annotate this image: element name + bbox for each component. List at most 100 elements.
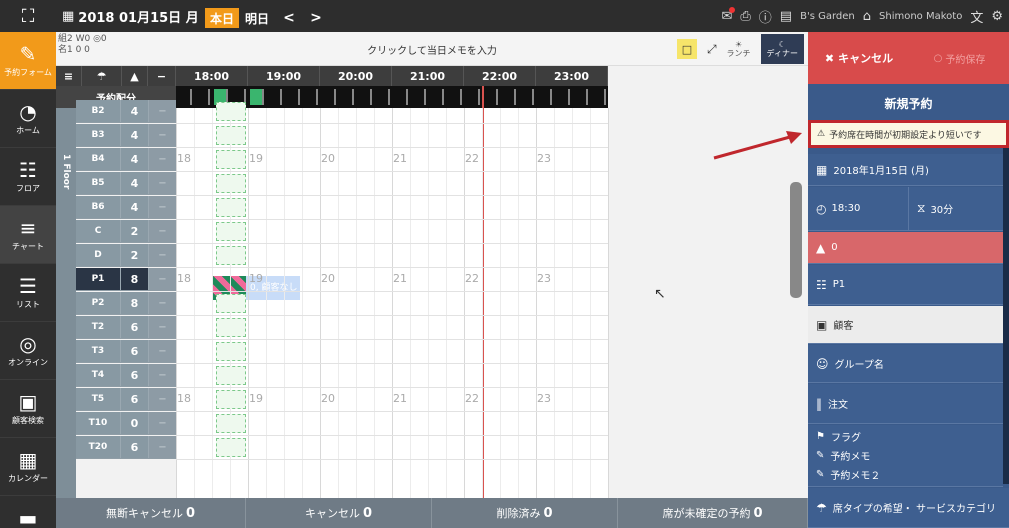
available-slot[interactable] bbox=[216, 414, 246, 433]
sidebar-item-online[interactable]: ◎ オンライン bbox=[0, 322, 56, 380]
allocation-slot[interactable] bbox=[556, 89, 570, 105]
allocation-slot[interactable] bbox=[538, 89, 552, 105]
sidebar-item-list[interactable]: ☰ リスト bbox=[0, 264, 56, 322]
umbrella-icon[interactable]: ☂ bbox=[82, 66, 122, 86]
deleted-count[interactable]: 削除済み 0 bbox=[432, 498, 618, 528]
time-field[interactable]: ◴ 18:30 bbox=[808, 187, 902, 230]
prev-day-button[interactable]: < bbox=[278, 8, 300, 28]
board-icon[interactable]: □ bbox=[676, 39, 697, 59]
guest-count-field[interactable]: ▲ 0 bbox=[808, 232, 1003, 264]
table-row[interactable]: P2 8− bbox=[76, 292, 176, 315]
available-slot[interactable] bbox=[216, 102, 246, 121]
date-field[interactable]: ▦ 2018年1月15日 (月) bbox=[808, 154, 1003, 186]
app-logo-icon[interactable]: ⛶ bbox=[0, 0, 56, 32]
table-row[interactable]: D 2− bbox=[76, 244, 176, 267]
table-row[interactable]: B5 4− bbox=[76, 172, 176, 195]
available-slot[interactable] bbox=[216, 366, 246, 385]
available-slot[interactable] bbox=[216, 246, 246, 265]
flag-field[interactable]: ⚑ フラグ bbox=[816, 429, 861, 444]
memo-field[interactable]: ✎ 予約メモ bbox=[816, 448, 870, 463]
available-slot[interactable] bbox=[216, 294, 246, 313]
today-button[interactable]: 本日 bbox=[205, 8, 239, 28]
available-slot[interactable] bbox=[216, 174, 246, 193]
allocation-slot[interactable] bbox=[394, 89, 408, 105]
expand-icon[interactable]: ⤢ bbox=[707, 42, 717, 57]
allocation-slot[interactable] bbox=[448, 89, 462, 105]
memo2-field[interactable]: ✎ 予約メモ２ bbox=[816, 467, 880, 482]
language-icon[interactable]: 文 bbox=[970, 7, 983, 26]
sidebar-item-customer-search[interactable]: ▣ 顧客検索 bbox=[0, 380, 56, 438]
sidebar-item-chart[interactable]: ≡ チャート bbox=[0, 206, 56, 264]
table-row[interactable]: T2 6− bbox=[76, 316, 176, 339]
available-slot[interactable] bbox=[216, 198, 246, 217]
vertical-scrollbar[interactable] bbox=[790, 182, 802, 298]
allocation-slot[interactable] bbox=[340, 89, 354, 105]
allocation-slot[interactable] bbox=[358, 89, 372, 105]
duration-field[interactable]: ⧖ 30分 bbox=[908, 187, 1003, 230]
table-row[interactable]: T10 0− bbox=[76, 412, 176, 435]
sidebar-item-payment[interactable]: ▬ 支払 bbox=[0, 496, 56, 528]
table-row[interactable]: B4 4− bbox=[76, 148, 176, 171]
mail-icon[interactable]: ✉ bbox=[721, 6, 736, 24]
cancel-count[interactable]: キャンセル 0 bbox=[246, 498, 432, 528]
next-day-button[interactable]: > bbox=[305, 8, 327, 28]
person-icon[interactable]: ▲ bbox=[122, 66, 148, 86]
allocation-slot[interactable] bbox=[178, 89, 192, 105]
available-slot[interactable] bbox=[216, 342, 246, 361]
table-row[interactable]: T4 6− bbox=[76, 364, 176, 387]
layers-icon[interactable]: ≡ bbox=[56, 66, 82, 86]
allocation-slot[interactable] bbox=[268, 89, 282, 105]
unseated-count[interactable]: 席が未確定の予約 0 bbox=[618, 498, 808, 528]
time-grid[interactable]: 0, 顧客なし 18 19 20 21 22 23 18 19 20 21 22 23 18 19 20 21… bbox=[176, 86, 609, 498]
allocation-slot[interactable] bbox=[376, 89, 390, 105]
seat-preference-field[interactable]: ☂ 席タイプの希望・ サービスカテゴリ bbox=[808, 488, 1009, 528]
smoking-icon[interactable]: − bbox=[148, 66, 176, 86]
allocation-slot[interactable] bbox=[286, 89, 300, 105]
tomorrow-button[interactable]: 明日 bbox=[240, 8, 274, 28]
table-row[interactable]: T5 6− bbox=[76, 388, 176, 411]
group-name-field[interactable]: ☺ グループ名 bbox=[808, 345, 1003, 383]
no-show-count[interactable]: 無断キャンセル 0 bbox=[56, 498, 246, 528]
allocation-slot[interactable] bbox=[574, 89, 588, 105]
allocation-slot[interactable] bbox=[304, 89, 318, 105]
table-row[interactable]: T20 6− bbox=[76, 436, 176, 459]
allocation-slot[interactable] bbox=[430, 89, 444, 105]
save-reservation-button[interactable]: ○ 予約保存 bbox=[910, 32, 1009, 84]
allocation-slot[interactable] bbox=[484, 89, 498, 105]
allocation-slot[interactable] bbox=[250, 89, 264, 105]
available-slot[interactable] bbox=[216, 390, 246, 409]
store-name[interactable]: B's Garden bbox=[800, 11, 855, 22]
order-field[interactable]: ‖ 注文 bbox=[808, 384, 1003, 424]
available-slot[interactable] bbox=[216, 150, 246, 169]
available-slot[interactable] bbox=[216, 222, 246, 241]
user-name[interactable]: Shimono Makoto bbox=[879, 11, 962, 22]
table-row[interactable]: T3 6− bbox=[76, 340, 176, 363]
allocation-slot[interactable] bbox=[520, 89, 534, 105]
settings-gear-icon[interactable]: ⚙ bbox=[991, 9, 1003, 24]
table-row[interactable]: B2 4− bbox=[76, 100, 176, 123]
allocation-slot[interactable] bbox=[466, 89, 480, 105]
table-row[interactable]: B6 4− bbox=[76, 196, 176, 219]
available-slot[interactable] bbox=[216, 438, 246, 457]
table-row[interactable]: B3 4− bbox=[76, 124, 176, 147]
table-field[interactable]: ☷ P1 bbox=[808, 265, 1003, 305]
dinner-toggle[interactable]: ☾ ディナー bbox=[760, 34, 804, 64]
date-display[interactable]: ▦ 2018 01月15日 月 先負 bbox=[62, 0, 223, 32]
table-row[interactable]: C 2− bbox=[76, 220, 176, 243]
table-row[interactable]: P1 8− bbox=[76, 268, 176, 291]
available-slot[interactable] bbox=[216, 318, 246, 337]
allocation-slot[interactable] bbox=[412, 89, 426, 105]
lunch-toggle[interactable]: ☀ ランチ bbox=[727, 40, 751, 58]
sidebar-item-calendar[interactable]: ▦ カレンダー bbox=[0, 438, 56, 496]
allocation-slot[interactable] bbox=[592, 89, 606, 105]
available-slot[interactable] bbox=[216, 126, 246, 145]
allocation-slot[interactable] bbox=[502, 89, 516, 105]
sidebar-item-home[interactable]: ◔ ホーム bbox=[0, 90, 56, 148]
cancel-button[interactable]: ✖ キャンセル bbox=[808, 32, 910, 84]
sidebar-item-floor[interactable]: ☷ フロア bbox=[0, 148, 56, 206]
print-icon[interactable]: ⎙ bbox=[740, 9, 750, 24]
help-icon[interactable]: ⓘ bbox=[759, 7, 772, 26]
customer-field[interactable]: ▣ 顧客 bbox=[808, 306, 1003, 344]
allocation-slot[interactable] bbox=[196, 89, 210, 105]
allocation-slot[interactable] bbox=[322, 89, 336, 105]
